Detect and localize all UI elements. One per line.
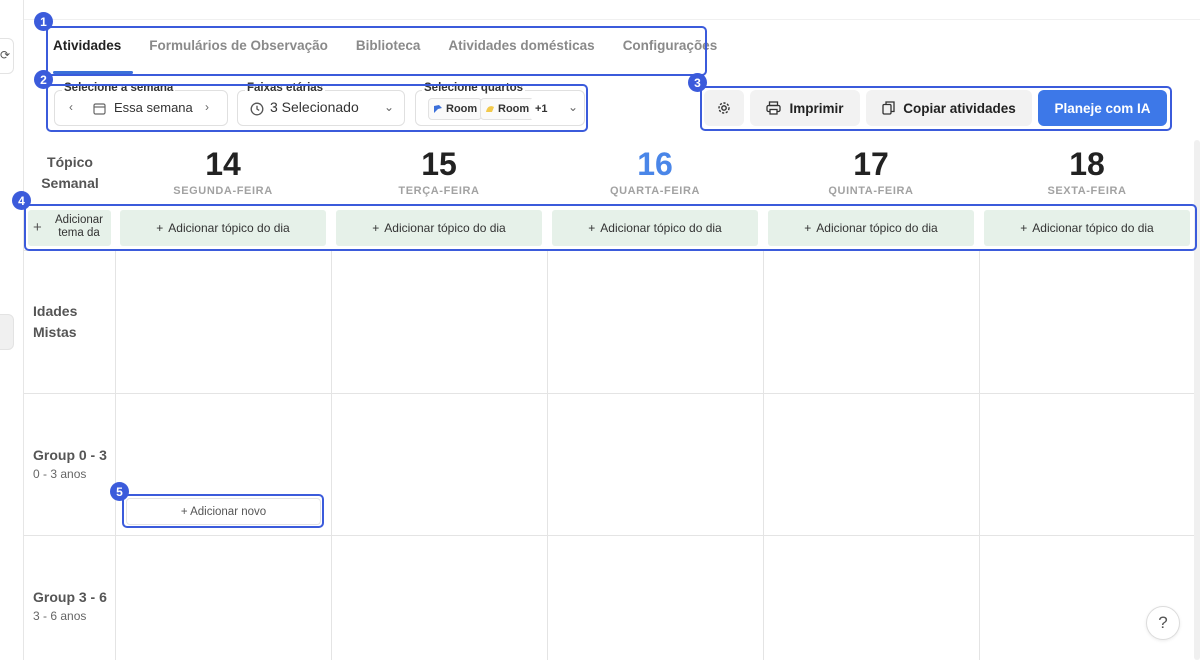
help-button[interactable]: ? — [1146, 606, 1180, 640]
day-name: SEGUNDA-FEIRA — [173, 185, 273, 197]
tab-configuracoes[interactable]: Configurações — [614, 28, 732, 74]
day-name: TERÇA-FEIRA — [398, 185, 480, 197]
rooms-label: Selecione quartos — [422, 82, 526, 94]
grid-line — [547, 250, 548, 660]
plus-icon: + — [33, 219, 42, 236]
tab-atividades-domesticas[interactable]: Atividades domésticas — [439, 28, 608, 74]
grid-line — [24, 393, 1194, 394]
add-theme-label: Adicionar tema da — [55, 214, 103, 239]
add-day-topic-button[interactable]: + Adicionar tópico do dia — [984, 210, 1190, 246]
refresh-icon: ⟳ — [0, 48, 11, 62]
add-day-topic-button[interactable]: + Adicionar tópico do dia — [768, 210, 974, 246]
group-name: Group 3 - 6 — [33, 589, 107, 605]
grid-line — [979, 250, 980, 660]
day-name: QUARTA-FEIRA — [609, 185, 701, 197]
group-age-range: 0 - 3 anos — [33, 467, 87, 481]
grid-line — [763, 250, 764, 660]
refresh-button[interactable]: ⟳ — [0, 38, 14, 74]
day-number: 15 — [421, 146, 457, 182]
plus-icon: + — [156, 221, 164, 235]
print-button[interactable]: Imprimir — [750, 90, 860, 126]
copy-activities-button[interactable]: Copiar atividades — [866, 90, 1032, 126]
day-name: QUINTA-FEIRA — [828, 185, 914, 197]
plus-icon: + — [1020, 221, 1028, 235]
calendar-icon — [93, 102, 106, 115]
add-day-topic-button[interactable]: + Adicionar tópico do dia — [120, 210, 326, 246]
chevron-down-icon: ⌄ — [568, 100, 579, 114]
group-age-range: 3 - 6 anos — [33, 609, 87, 623]
day-header: 17 QUINTA-FEIRA — [763, 146, 979, 197]
day-header: 18 SEXTA-FEIRA — [979, 146, 1195, 197]
annotation-badge: 3 — [688, 73, 707, 92]
rooms-more-badge: +1 — [530, 98, 553, 120]
tab-biblioteca[interactable]: Biblioteca — [347, 28, 435, 74]
weekly-topic-header: Tópico Semanal — [41, 154, 99, 191]
week-label: Selecione a semana — [62, 82, 176, 94]
next-week-icon[interactable]: › — [205, 100, 209, 114]
week-value: Essa semana — [114, 100, 193, 115]
day-header: 14 SEGUNDA-FEIRA — [115, 146, 331, 197]
grid-line — [24, 535, 1194, 536]
room-chip: Room — [480, 98, 535, 120]
sidebar-item-active[interactable] — [0, 314, 14, 350]
day-number: 14 — [205, 146, 241, 182]
copy-icon — [882, 101, 895, 115]
chevron-down-icon: ⌄ — [384, 100, 395, 114]
gear-icon — [717, 101, 731, 115]
add-day-topic-button[interactable]: + Adicionar tópico do dia — [336, 210, 542, 246]
main-tabs: Atividades Formulários de Observação Bib… — [44, 28, 736, 76]
room-icon — [485, 104, 495, 114]
day-name: SEXTA-FEIRA — [1047, 185, 1127, 197]
grid-line — [331, 250, 332, 660]
add-weekly-theme-button[interactable]: + Adicionar tema da — [28, 210, 111, 246]
tab-formularios[interactable]: Formulários de Observação — [140, 28, 342, 74]
annotation-badge: 1 — [34, 12, 53, 31]
prev-week-icon[interactable]: ‹ — [69, 100, 73, 114]
annotation-badge: 2 — [34, 70, 53, 89]
top-strip — [24, 0, 1200, 20]
clock-icon — [250, 102, 264, 116]
day-number: 16 — [637, 146, 673, 182]
room-icon — [433, 104, 443, 114]
annotation-badge: 5 — [110, 482, 129, 501]
group-name: Idades Mistas — [33, 303, 78, 340]
add-day-topic-button[interactable]: + Adicionar tópico do dia — [552, 210, 758, 246]
day-header-today: 16 QUARTA-FEIRA — [547, 146, 763, 197]
tab-atividades[interactable]: Atividades — [44, 28, 135, 74]
plus-icon: + — [372, 221, 380, 235]
plus-icon: + — [804, 221, 812, 235]
day-number: 18 — [1069, 146, 1105, 182]
add-new-activity-button[interactable]: + Adicionar novo — [126, 498, 321, 525]
plan-with-ai-button[interactable]: Planeje com IA — [1038, 90, 1167, 126]
age-label: Faixas etárias — [245, 82, 326, 94]
room-chip: Room — [428, 98, 483, 120]
left-sidebar: ⟳ — [0, 0, 24, 660]
settings-button[interactable] — [704, 90, 744, 126]
plus-icon: + — [588, 221, 596, 235]
age-value: 3 Selecionado — [270, 99, 359, 115]
printer-icon — [766, 101, 782, 115]
vertical-scrollbar[interactable] — [1194, 140, 1200, 660]
day-header: 15 TERÇA-FEIRA — [331, 146, 547, 197]
grid-line — [24, 250, 1194, 251]
annotation-badge: 4 — [12, 191, 31, 210]
grid-line — [115, 250, 116, 660]
group-name: Group 0 - 3 — [33, 447, 107, 463]
day-number: 17 — [853, 146, 889, 182]
